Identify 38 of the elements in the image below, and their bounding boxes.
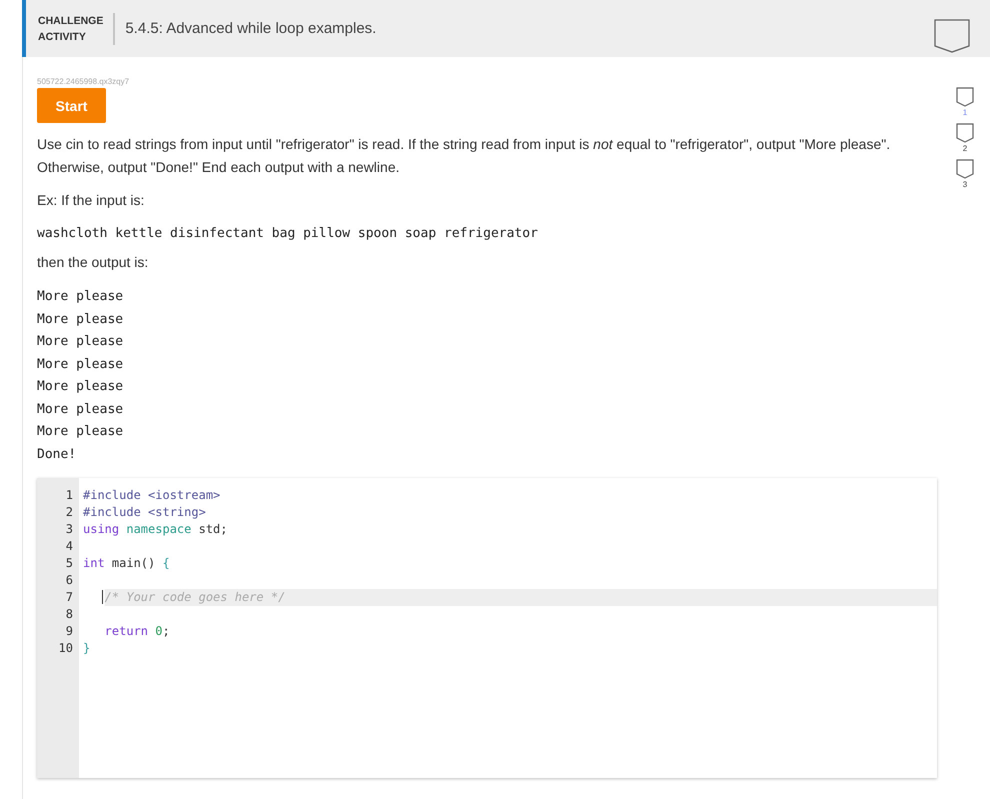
line-number: 8 — [64, 606, 74, 623]
output-intro-text: then the output is: — [37, 253, 150, 272]
level-number[interactable]: 3 — [962, 180, 968, 189]
code-line: } — [82, 640, 92, 657]
example-output-line: More please — [37, 400, 124, 418]
line-number: 1 — [64, 487, 74, 504]
example-output-line: More please — [37, 288, 124, 306]
line-number: 7 — [64, 589, 74, 606]
code-editor[interactable]: 1 2 3 4 5 6 7 8 9 10 #include <iostream> #include <string> using namespace std; int main() { /* Your code goes here */ return 0; } — [37, 478, 937, 778]
activity-id: 505722.2465998.qx3zqy7 — [37, 77, 130, 86]
line-number: 10 — [58, 640, 74, 657]
line-number: 5 — [64, 555, 74, 572]
level-badge-icon[interactable] — [956, 159, 974, 179]
line-number: 6 — [64, 572, 74, 589]
activity-type-label: CHALLENGE ACTIVITY — [38, 14, 104, 42]
level-number[interactable]: 2 — [962, 144, 968, 153]
code-line: int main() { — [82, 555, 171, 572]
code-line: using namespace std; — [82, 521, 228, 538]
example-output-line: More please — [37, 333, 124, 351]
level-badge-icon[interactable] — [956, 87, 974, 107]
instructions-text: Use cin to read strings from input until "refrigerator" is read. If the string read from input is not equal to "refrigerator", output "More please". Otherwise, output "Done!" End each output with a newline. — [37, 135, 892, 177]
example-output-line: Done! — [37, 446, 78, 464]
level-badge-icon[interactable] — [956, 123, 974, 143]
example-output-line: More please — [37, 378, 124, 396]
line-number: 4 — [64, 538, 74, 555]
line-number: 9 — [64, 623, 74, 640]
example-input-text: washcloth kettle disinfectant bag pillow spoon soap refrigerator — [37, 226, 539, 241]
example-output-line: More please — [37, 423, 124, 441]
example-output-line: More please — [37, 310, 124, 328]
example-output-line: More please — [37, 356, 124, 374]
example-intro-text: Ex: If the input is: — [37, 191, 146, 210]
completion-badge-icon — [934, 18, 970, 52]
code-line: return 0; — [104, 623, 171, 640]
activity-title: 5.4.5: Advanced while loop examples. — [125, 20, 378, 37]
line-number: 2 — [64, 504, 74, 521]
code-line: #include <iostream> — [82, 487, 222, 504]
line-number: 3 — [64, 521, 74, 538]
code-line: #include <string> — [82, 504, 207, 521]
